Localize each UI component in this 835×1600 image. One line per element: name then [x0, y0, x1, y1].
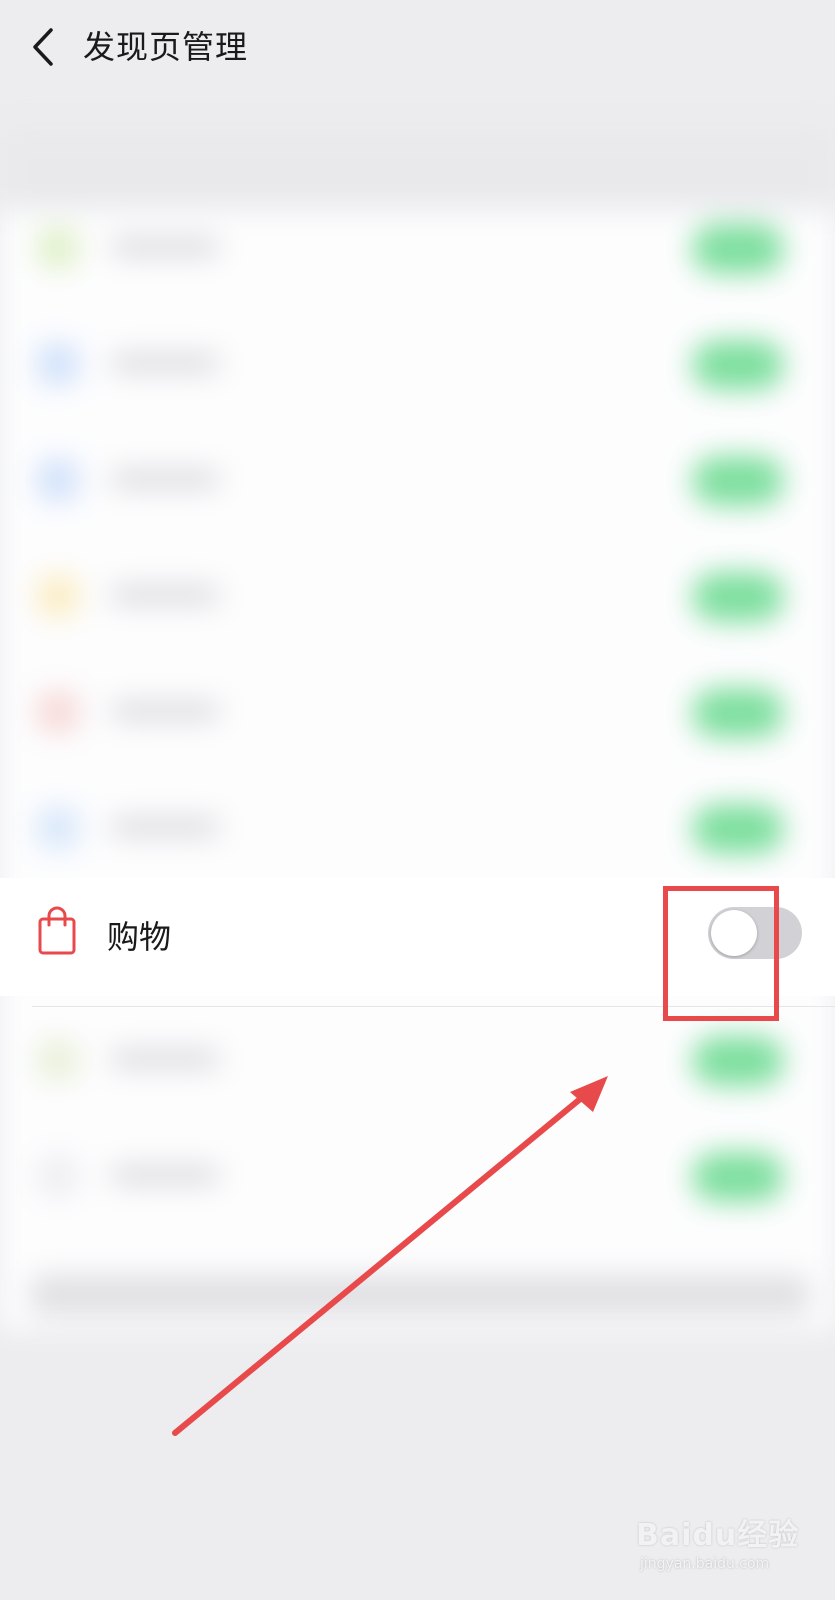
blurred-toggle[interactable]: [692, 340, 784, 390]
blurred-row: [0, 420, 835, 536]
discover-page-manager-screen: 发现页管理 购物 Baidu经验 jingyan.baidu.com: [0, 0, 835, 1600]
baidu-watermark: Baidu经验 jingyan.baidu.com: [636, 1508, 821, 1588]
watermark-url: jingyan.baidu.com: [640, 1556, 770, 1572]
blurred-toggle[interactable]: [692, 224, 784, 274]
blurred-toggle[interactable]: [692, 1036, 784, 1086]
blurred-row-label: [110, 238, 220, 256]
chevron-left-icon: [33, 28, 53, 66]
blurred-toggle[interactable]: [692, 572, 784, 622]
highlight-box: [663, 886, 779, 1021]
blurred-toggle[interactable]: [692, 688, 784, 738]
blurred-row-icon: [38, 228, 78, 268]
watermark-brand: Baidu经验: [636, 1518, 800, 1553]
blurred-toggle[interactable]: [692, 1152, 784, 1202]
page-title: 发现页管理: [83, 28, 249, 66]
blurred-row-icon: [38, 692, 78, 732]
blurred-row: [0, 304, 835, 420]
blurred-toggle[interactable]: [692, 804, 784, 854]
blurred-row-label: [110, 1166, 220, 1184]
blurred-row-label: [110, 702, 220, 720]
blurred-row: [0, 652, 835, 768]
blurred-row: [0, 1116, 835, 1232]
blurred-row-label: [110, 586, 220, 604]
blurred-row-label: [110, 470, 220, 488]
blurred-row: [0, 768, 835, 884]
blurred-row-label: [110, 1050, 220, 1068]
blurred-row-label: [110, 354, 220, 372]
blurred-toggle[interactable]: [692, 456, 784, 506]
blurred-row-icon: [38, 1040, 78, 1080]
blurred-row: [0, 536, 835, 652]
shopping-bag-icon: [38, 906, 76, 955]
back-button[interactable]: [26, 24, 66, 70]
blurred-row-icon: [38, 808, 78, 848]
blurred-row: [0, 188, 835, 304]
blurred-footer: [30, 1275, 810, 1315]
blurred-row-icon: [38, 1156, 78, 1196]
blurred-row-label: [110, 818, 220, 836]
blurred-row-icon: [38, 344, 78, 384]
top-bar: 发现页管理: [0, 0, 835, 96]
shopping-label: 购物: [107, 918, 172, 956]
blurred-row-icon: [38, 576, 78, 616]
blurred-row-icon: [38, 460, 78, 500]
blurred-list: [0, 100, 835, 1350]
